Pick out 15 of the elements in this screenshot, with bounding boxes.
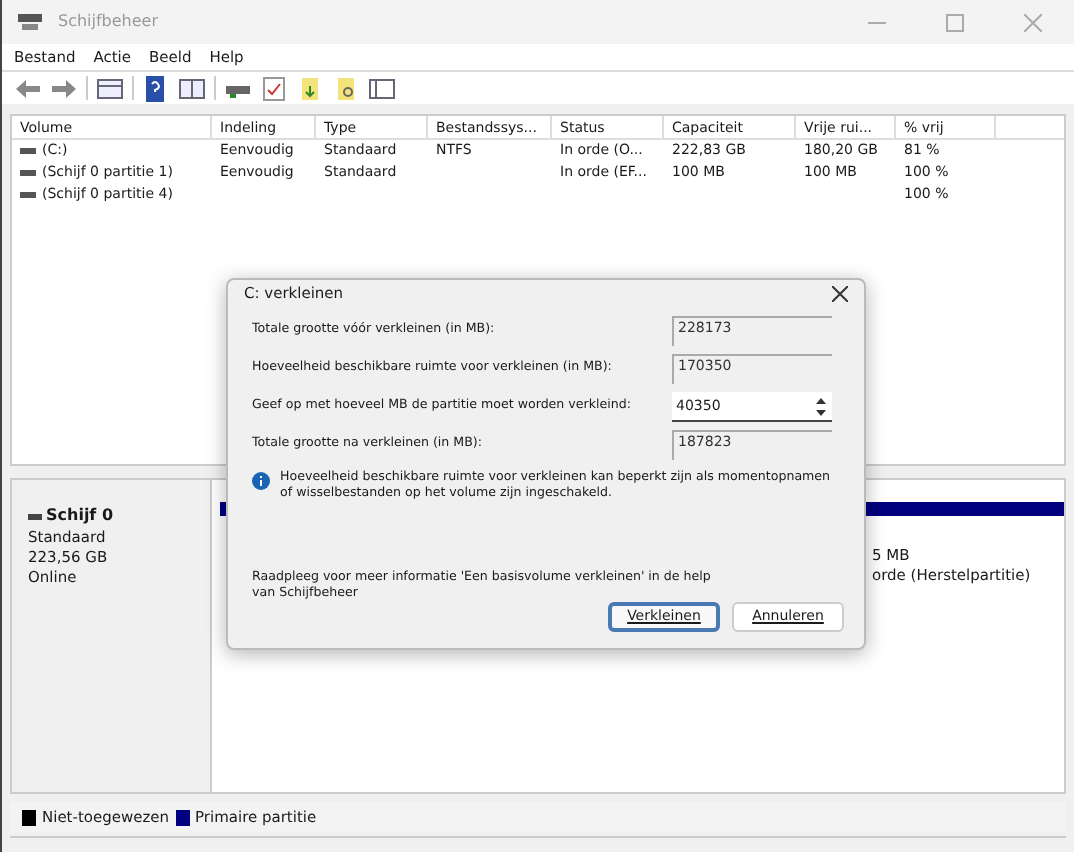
window-title: Schijfbeheer (58, 10, 159, 34)
app-icon (18, 12, 42, 32)
disk-name: Schijf 0 (46, 504, 114, 528)
spinner-icon[interactable] (814, 395, 828, 417)
grid-icon[interactable] (178, 75, 206, 101)
window-icon[interactable] (368, 75, 396, 101)
info-icon (252, 472, 270, 490)
document-icon[interactable] (332, 75, 360, 101)
grid-icon[interactable] (96, 75, 124, 101)
forward-arrow-icon[interactable] (50, 75, 78, 101)
document-icon[interactable] (296, 75, 324, 101)
back-arrow-icon[interactable] (14, 75, 42, 101)
checklist-icon[interactable] (260, 75, 288, 101)
close-icon[interactable] (832, 286, 848, 302)
help-icon[interactable] (142, 75, 170, 101)
